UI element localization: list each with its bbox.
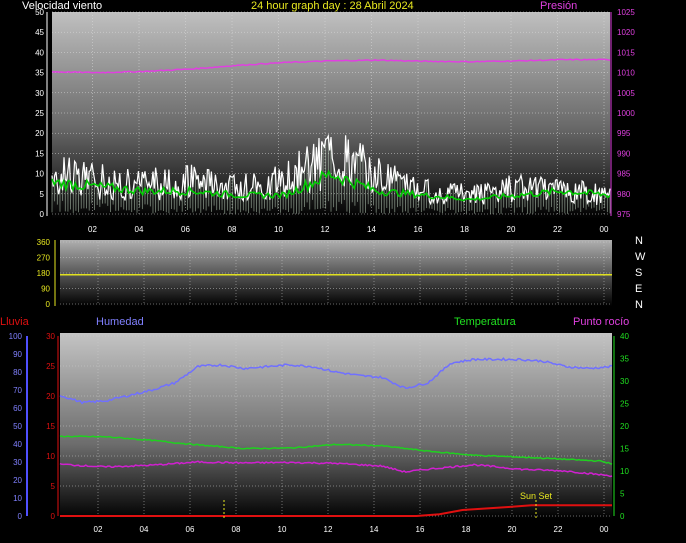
rain-tick-label: 10 [46, 452, 55, 461]
rain-tick-label: 20 [46, 392, 55, 401]
rain-tick-label: 0 [51, 512, 56, 521]
compass-s: S [635, 267, 643, 279]
wind-tick-label: 0 [40, 210, 45, 219]
humidity-tick-label: 80 [13, 368, 22, 377]
wind-tick-label: 35 [35, 69, 44, 78]
wind-x-tick-label: 16 [414, 225, 423, 234]
humidity-x-tick-label: 06 [186, 525, 195, 534]
dewpoint-title: Punto rocío [573, 316, 630, 328]
direction-tick-label: 180 [37, 269, 51, 278]
humidity-x-tick-label: 10 [278, 525, 287, 534]
wind-tick-label: 45 [35, 28, 44, 37]
pressure-tick-label: 1005 [617, 89, 635, 98]
wind-x-tick-label: 14 [367, 225, 376, 234]
wind-x-tick-label: 20 [507, 225, 516, 234]
wind-x-tick-label: 06 [181, 225, 190, 234]
wind-tick-label: 25 [35, 109, 44, 118]
humidity-tick-label: 40 [13, 440, 22, 449]
chart-title: 24 hour graph day : 28 Abril 2024 [251, 0, 414, 12]
pressure-tick-label: 1015 [617, 48, 635, 57]
sunset-label: Sun Set [520, 491, 553, 501]
wind-x-tick-label: 12 [321, 225, 330, 234]
humidity-tick-label: 0 [18, 512, 23, 521]
temperature-tick-label: 25 [620, 400, 629, 409]
rain-tick-label: 25 [46, 362, 55, 371]
pressure-tick-label: 975 [617, 210, 631, 219]
humidity-x-tick-label: 00 [600, 525, 609, 534]
humidity-x-tick-label: 22 [554, 525, 563, 534]
pressure-tick-label: 1010 [617, 69, 635, 78]
wind-tick-label: 20 [35, 129, 44, 138]
temperature-tick-label: 0 [620, 512, 625, 521]
pressure-tick-label: 985 [617, 170, 631, 179]
humidity-x-tick-label: 02 [94, 525, 103, 534]
humidity-tick-label: 50 [13, 422, 22, 431]
humidity-x-tick-label: 20 [508, 525, 517, 534]
direction-tick-label: 360 [37, 238, 51, 247]
temperature-tick-label: 40 [620, 332, 629, 341]
humidity-tick-label: 10 [13, 494, 22, 503]
compass-n-top: N [635, 235, 643, 247]
humidity-tick-label: 60 [13, 404, 22, 413]
humidity-tick-label: 30 [13, 458, 22, 467]
rain-tick-label: 15 [46, 422, 55, 431]
pressure-tick-label: 1020 [617, 28, 635, 37]
humidity-tick-label: 70 [13, 386, 22, 395]
wind-tick-label: 15 [35, 149, 44, 158]
pressure-tick-label: 1025 [617, 8, 635, 17]
wind-tick-label: 30 [35, 89, 44, 98]
wind-tick-label: 10 [35, 170, 44, 179]
wind-speed-title: Velocidad viento [22, 0, 103, 12]
humidity-title: Humedad [96, 316, 144, 328]
weather-chart: 0510152025303540455097598098599099510001… [9, 8, 636, 534]
direction-tick-label: 270 [37, 254, 51, 263]
rain-tick-label: 30 [46, 332, 55, 341]
pressure-title: Presión [540, 0, 578, 12]
humidity-x-tick-label: 16 [416, 525, 425, 534]
wind-x-tick-label: 02 [88, 225, 97, 234]
temperature-tick-label: 20 [620, 422, 629, 431]
wind-x-tick-label: 10 [274, 225, 283, 234]
pressure-tick-label: 995 [617, 129, 631, 138]
humidity-tick-label: 100 [9, 332, 23, 341]
wind-x-tick-label: 22 [553, 225, 562, 234]
rain-tick-label: 5 [51, 482, 56, 491]
pressure-tick-label: 1000 [617, 109, 635, 118]
wind-x-tick-label: 18 [460, 225, 469, 234]
compass-w: W [635, 251, 646, 263]
wind-x-tick-label: 04 [135, 225, 144, 234]
rain-title: Lluvia [0, 316, 29, 328]
pressure-tick-label: 980 [617, 190, 631, 199]
temperature-tick-label: 30 [620, 377, 629, 386]
compass-e: E [635, 283, 643, 295]
humidity-tick-label: 20 [13, 476, 22, 485]
wind-x-tick-label: 00 [600, 225, 609, 234]
humidity-x-tick-label: 14 [370, 525, 379, 534]
compass-n-bottom: N [635, 299, 643, 311]
humidity-tick-label: 90 [13, 350, 22, 359]
wind-tick-label: 5 [40, 190, 45, 199]
temperature-title: Temperatura [454, 316, 516, 328]
pressure-tick-label: 990 [617, 149, 631, 158]
humidity-x-tick-label: 18 [462, 525, 471, 534]
humidity-x-tick-label: 04 [140, 525, 149, 534]
temperature-tick-label: 10 [620, 467, 629, 476]
humidity-x-tick-label: 12 [324, 525, 333, 534]
temperature-tick-label: 5 [620, 490, 625, 499]
temperature-tick-label: 35 [620, 355, 629, 364]
wind-tick-label: 40 [35, 48, 44, 57]
temperature-tick-label: 15 [620, 445, 629, 454]
humidity-x-tick-label: 08 [232, 525, 241, 534]
direction-tick-label: 90 [41, 285, 50, 294]
wind-x-tick-label: 08 [228, 225, 237, 234]
direction-tick-label: 0 [46, 300, 51, 309]
